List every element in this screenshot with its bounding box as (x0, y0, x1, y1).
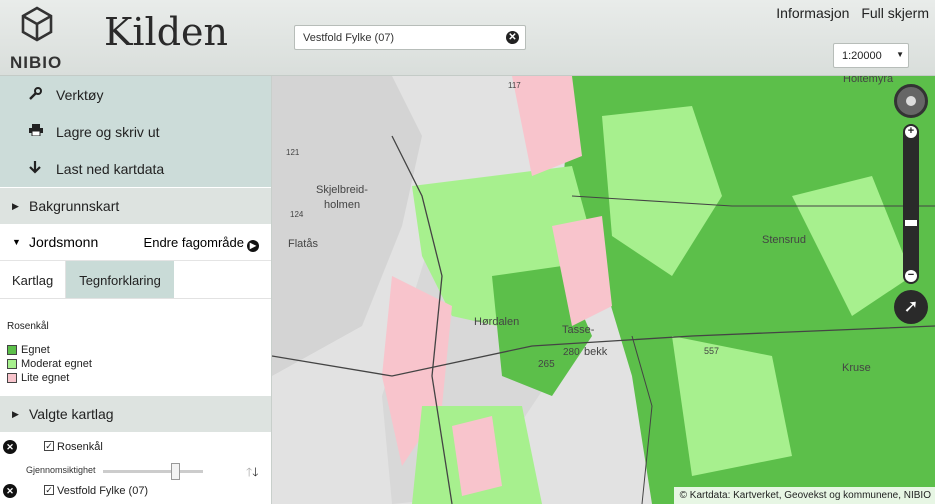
elevation-label: 280 (563, 347, 580, 358)
print-icon (29, 124, 47, 139)
place-name-label: Stensrud (762, 234, 807, 246)
save-print-menu-item[interactable]: Lagre og skriv ut (0, 113, 271, 150)
top-links: Informasjon Full skjerm (768, 5, 929, 21)
fullscreen-link[interactable]: Full skjerm (861, 5, 929, 21)
logo-cube-icon (21, 6, 53, 42)
legend: Rosenkål Egnet Moderat egnet Lite egnet (0, 299, 271, 395)
legend-label: Moderat egnet (21, 358, 92, 370)
arrow-right-circle-icon: ▶ (247, 240, 259, 252)
map-attribution: © Kartdata: Kartverket, Geovekst og komm… (673, 487, 935, 504)
save-print-label: Lagre og skriv ut (56, 123, 160, 140)
tools-menu-item[interactable]: Verktøy (0, 76, 271, 113)
app-header: NIBIO Kilden Vestfold Fylke (07) ✕ Infor… (0, 0, 935, 76)
map-view[interactable]: Holtemyra Skjelbreid- holmen Flatås Hørd… (272, 76, 935, 504)
scale-value: 1:20000 (842, 50, 882, 62)
layer-row: ✕ ✓ Vestfold Fylke (07) (0, 480, 271, 502)
zoom-handle[interactable] (905, 220, 917, 226)
legend-title: Rosenkål (7, 321, 49, 332)
zoom-out-icon[interactable]: − (905, 270, 917, 282)
legend-item: Egnet (7, 343, 271, 357)
legend-item: Moderat egnet (7, 357, 271, 371)
legend-swatch (7, 345, 17, 355)
north-arrow-icon[interactable]: ➚ (894, 290, 928, 324)
legend-label: Egnet (21, 344, 50, 356)
legend-swatch (7, 359, 17, 369)
logo-text: NIBIO (10, 53, 63, 72)
sidebar: Verktøy Lagre og skriv ut Last ned kartd… (0, 76, 272, 504)
layer-name: Rosenkål (57, 441, 103, 453)
tools-label: Verktøy (56, 86, 104, 103)
reorder-arrows: 🡑🡓 (246, 463, 259, 484)
selected-layers-label: Valgte kartlag (29, 406, 114, 422)
app-title: Kilden (104, 10, 228, 54)
place-name-label: holmen (324, 199, 361, 211)
elevation-label: 557 (704, 346, 720, 356)
layer-row: ✕ ✓ Rosenkål (0, 436, 271, 458)
search-value: Vestfold Fylke (07) (303, 32, 395, 44)
map-canvas[interactable] (272, 76, 935, 504)
arrow-down-icon[interactable]: 🡓 (252, 465, 258, 479)
background-maps-toggle[interactable]: ▶ Bakgrunnskart (0, 187, 271, 224)
zoom-in-icon[interactable]: + (905, 126, 917, 138)
change-theme-link[interactable]: Endre fagområde ▶ (144, 235, 259, 252)
place-name-label: Holtemyra (843, 76, 894, 85)
zoom-slider[interactable]: + − (903, 124, 919, 284)
information-link[interactable]: Informasjon (776, 5, 849, 21)
opacity-slider-handle[interactable] (171, 463, 180, 480)
elevation-label: 124 (290, 210, 304, 219)
theme-label: Jordsmonn (29, 234, 99, 250)
elevation-label: 117 (508, 81, 521, 90)
legend-label: Lite egnet (21, 372, 70, 384)
legend-swatch (7, 373, 17, 383)
legend-item: Lite egnet (7, 371, 271, 385)
layer-name: Vestfold Fylke (07) (57, 485, 149, 497)
tab-bar: Kartlag Tegnforklaring (0, 261, 271, 299)
theme-header[interactable]: ▼ Jordsmonn Endre fagområde ▶ (0, 224, 271, 261)
opacity-slider[interactable] (103, 470, 203, 473)
elevation-label: 265 (538, 359, 555, 370)
download-icon (29, 160, 47, 177)
layer-checkbox[interactable]: ✓ (44, 441, 54, 451)
opacity-label: Gjennomsiktighet (26, 465, 96, 475)
change-theme-label: Endre fagområde (143, 235, 244, 250)
layer-checkbox[interactable]: ✓ (44, 485, 54, 495)
triangle-right-icon: ▶ (12, 408, 19, 419)
triangle-down-icon: ▼ (12, 237, 21, 247)
search-input[interactable]: Vestfold Fylke (07) ✕ (294, 25, 526, 50)
download-label: Last ned kartdata (56, 160, 165, 177)
background-maps-label: Bakgrunnskart (29, 198, 120, 214)
selected-layers-toggle[interactable]: ▶ Valgte kartlag (0, 395, 271, 432)
place-name-label: bekk (584, 346, 608, 358)
place-name-label: Skjelbreid- (316, 184, 368, 196)
place-name-label: Flatås (288, 238, 318, 250)
scale-select[interactable]: 1:20000 ▼ (833, 43, 909, 68)
nibio-logo[interactable]: NIBIO (10, 6, 66, 72)
elevation-label: 121 (286, 148, 300, 157)
remove-layer-icon[interactable]: ✕ (3, 440, 17, 454)
place-name-label: Kruse (842, 362, 871, 374)
caret-down-icon: ▼ (896, 50, 904, 59)
download-menu-item[interactable]: Last ned kartdata (0, 150, 271, 187)
wrench-icon (29, 86, 47, 103)
opacity-row: Gjennomsiktighet 🡑🡓 (0, 460, 272, 482)
tab-tegnforklaring[interactable]: Tegnforklaring (65, 261, 174, 298)
place-name-label: Hørdalen (474, 316, 520, 328)
rotate-compass-icon[interactable] (894, 84, 928, 118)
tab-kartlag[interactable]: Kartlag (0, 261, 65, 298)
clear-search-icon[interactable]: ✕ (506, 31, 519, 44)
place-name-label: Tasse- (562, 324, 595, 336)
remove-layer-icon[interactable]: ✕ (3, 484, 17, 498)
triangle-right-icon: ▶ (12, 200, 19, 211)
